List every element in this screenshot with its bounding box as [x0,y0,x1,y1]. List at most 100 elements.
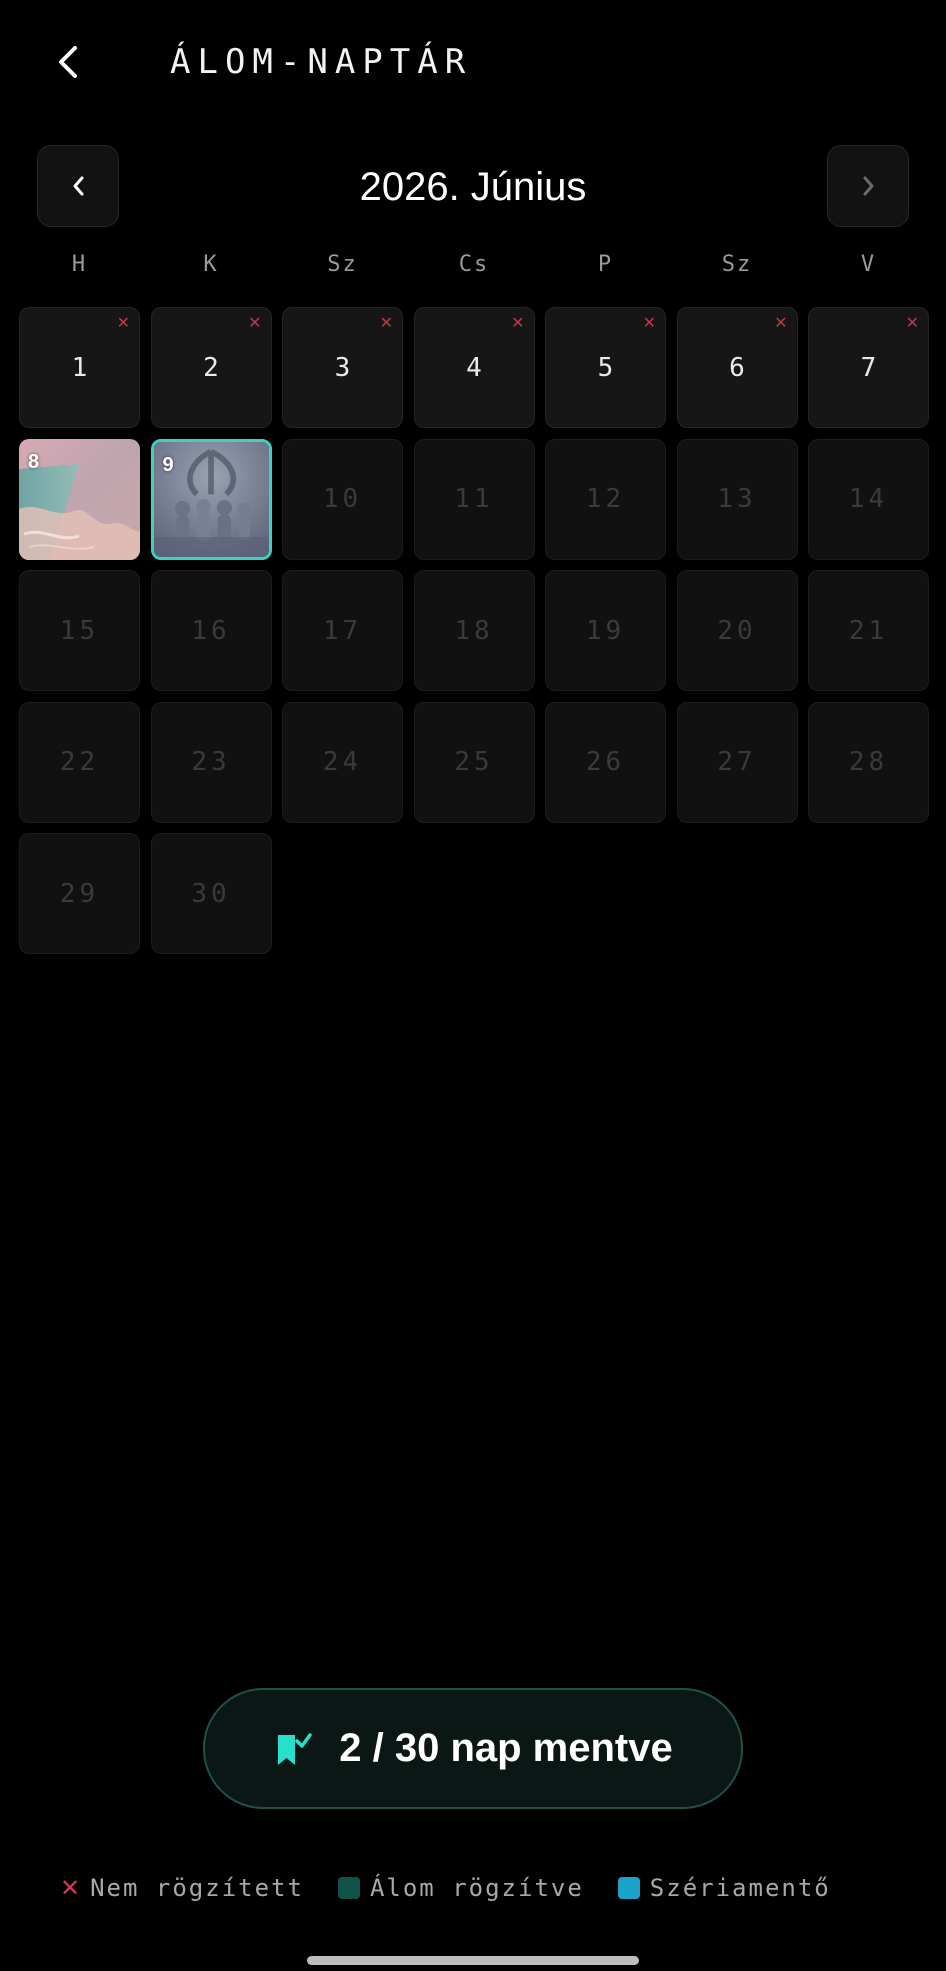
month-navigation: 2026. Június [0,145,946,229]
calendar-day-7[interactable]: ✕ 7 [808,307,929,428]
not-recorded-mark: ✕ [511,313,525,332]
weekday-label: K [203,252,219,277]
day-number: 20 [717,615,757,646]
bookmark-check-icon [278,1732,312,1765]
calendar-legend: ✕ Nem rögzített Álom rögzítve Szériament… [60,1872,900,1904]
day-number: 19 [585,615,626,646]
not-recorded-mark: ✕ [379,313,393,332]
calendar-day-12: 12 [545,438,666,560]
calendar-day-23: 23 [150,701,272,823]
calendar-day-30: 30 [150,833,272,954]
calendar-day-28: 28 [808,701,929,823]
not-recorded-mark: ✕ [248,313,262,332]
day-number: 25 [454,747,494,777]
legend-recorded: Álom rögzítve [337,1874,584,1902]
weekday-label: Cs [458,252,490,277]
calendar-day-16: 16 [150,570,272,691]
calendar-day-6[interactable]: ✕ 6 [676,307,798,428]
day-number: 22 [59,747,100,777]
calendar-day-18: 18 [413,570,535,691]
day-number: 26 [585,747,626,777]
home-indicator[interactable] [307,1956,639,1965]
app-header: ÁLOM-NAPTÁR [0,0,946,130]
recorded-swatch [337,1877,360,1899]
calendar-day-27: 27 [676,701,798,823]
streak-saver-swatch [617,1877,640,1899]
day-number: 23 [191,747,231,777]
weekday-label: P [597,252,614,277]
back-button[interactable] [40,34,96,90]
day-number: 30 [191,878,231,909]
not-recorded-mark: ✕ [642,313,656,332]
not-recorded-mark: ✕ [116,313,130,332]
legend-streak-saver: Szériamentő [617,1874,831,1902]
calendar-day-3[interactable]: ✕ 3 [282,307,403,428]
day-number: 21 [848,615,889,646]
calendar-day-20: 20 [676,570,798,691]
day-number: 14 [848,484,889,514]
chevron-left-icon [73,176,84,196]
page-title: ÁLOM-NAPTÁR [170,42,473,82]
weekday-label: V [860,252,877,277]
calendar-day-5[interactable]: ✕ 5 [545,307,666,428]
day-number: 12 [585,484,626,514]
day-number: 28 [848,747,889,777]
calendar-grid: ✕ 1 ✕ 2 ✕ 3 ✕ 4 ✕ 5 ✕ 6 ✕ 7 8 9 10 11 12… [19,307,929,954]
next-month-button[interactable] [827,145,909,227]
calendar-day-13: 13 [676,438,798,560]
legend-not-recorded: ✕ Nem rögzített [60,1874,304,1902]
legend-label: Álom rögzítve [369,1874,584,1902]
day-number: 15 [59,615,100,646]
day-number: 24 [322,747,363,777]
calendar-day-8[interactable]: 8 [19,438,140,560]
calendar-day-21: 21 [808,570,929,691]
not-recorded-mark: ✕ [774,313,788,332]
weekday-label: Sz [327,252,358,277]
day-number: 17 [322,615,363,646]
weekday-header-row: H K Sz Cs P Sz V [19,252,929,277]
calendar-day-29: 29 [19,833,140,954]
chevron-right-icon [863,176,874,196]
weekday-label: H [71,252,88,277]
calendar-day-4[interactable]: ✕ 4 [413,307,535,428]
legend-label: Nem rögzített [90,1874,304,1902]
day-number: 7 [860,352,877,383]
saved-days-summary[interactable]: 2 / 30 nap mentve [203,1688,743,1809]
cross-icon: ✕ [60,1874,81,1902]
day-number: 29 [59,878,100,909]
calendar-day-15: 15 [19,570,140,691]
calendar-day-10: 10 [282,438,403,560]
calendar-day-2[interactable]: ✕ 2 [150,307,272,428]
calendar-day-22: 22 [19,701,140,823]
not-recorded-mark: ✕ [905,313,919,332]
calendar-day-17: 17 [282,570,403,691]
day-number: 9 [162,453,174,476]
calendar-day-19: 19 [545,570,666,691]
day-number: 4 [466,352,482,383]
day-number: 13 [717,484,757,514]
day-number: 18 [454,615,494,646]
calendar-day-24: 24 [282,701,403,823]
legend-label: Szériamentő [649,1874,831,1902]
calendar-day-25: 25 [413,701,535,823]
day-number: 10 [322,484,363,514]
day-number: 1 [71,352,88,383]
summary-text: 2 / 30 nap mentve [339,1726,673,1770]
calendar-day-14: 14 [808,438,929,560]
month-label: 2026. Június [359,165,587,209]
weekday-label: Sz [721,252,753,277]
previous-month-button[interactable] [37,145,119,227]
calendar-day-26: 26 [545,701,666,823]
day-number: 6 [729,352,745,383]
day-number: 16 [191,615,231,646]
day-number: 2 [203,352,219,383]
calendar-day-9[interactable]: 9 [150,438,272,560]
day-number: 27 [717,747,757,777]
day-number: 11 [454,484,494,514]
chevron-left-icon [59,46,77,78]
calendar-day-1[interactable]: ✕ 1 [19,307,140,428]
day-number: 5 [597,352,614,383]
day-number: 8 [28,450,40,473]
calendar-day-11: 11 [413,438,535,560]
day-number: 3 [334,352,351,383]
